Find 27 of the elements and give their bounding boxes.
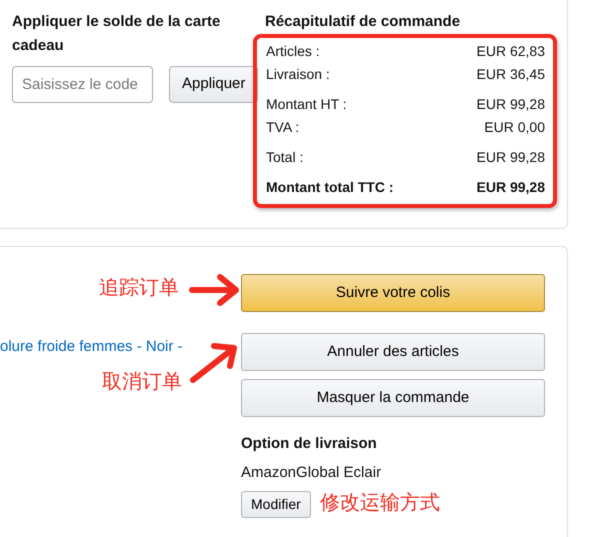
action-button[interactable]: Masquer la commande <box>241 379 545 417</box>
product-link[interactable]: olure froide femmes - Noir - <box>0 336 183 358</box>
delivery-title: Option de livraison <box>241 434 378 454</box>
arrow <box>189 274 239 306</box>
summary-amount: EUR 62,83 <box>476 42 545 61</box>
summary-label: Montant HT : <box>266 95 347 114</box>
summary-amount: EUR 99,28 <box>476 178 545 197</box>
summary-amount: EUR 0,00 <box>484 118 545 137</box>
summary-label: Total : <box>266 148 304 167</box>
annotation-text: 取消订单 <box>102 370 182 394</box>
action-button[interactable]: Annuler des articles <box>241 333 545 371</box>
modify-button[interactable]: Modifier <box>241 491 311 518</box>
summary-label: Livraison : <box>266 65 330 84</box>
section-title: Appliquer le solde de la carte cadeau <box>12 12 222 56</box>
summary-label: TVA : <box>266 118 300 137</box>
summary-label: Articles : <box>266 42 320 61</box>
annotation-text: 修改运输方式 <box>320 491 440 515</box>
code-input-field[interactable]: Saisissez le code <box>12 66 153 103</box>
delivery-option: AmazonGlobal Eclair <box>241 463 545 483</box>
track-package-button[interactable]: Suivre votre colis <box>241 274 545 312</box>
summary-label: Montant total TTC : <box>266 178 394 197</box>
section-title: Récapitulatif de commande <box>265 12 462 32</box>
summary-amount: EUR 99,28 <box>476 148 545 167</box>
arrow <box>190 343 237 383</box>
summary-amount: EUR 36,45 <box>476 65 545 84</box>
annotation-text: 追踪订单 <box>99 276 179 300</box>
summary-amount: EUR 99,28 <box>476 95 545 114</box>
